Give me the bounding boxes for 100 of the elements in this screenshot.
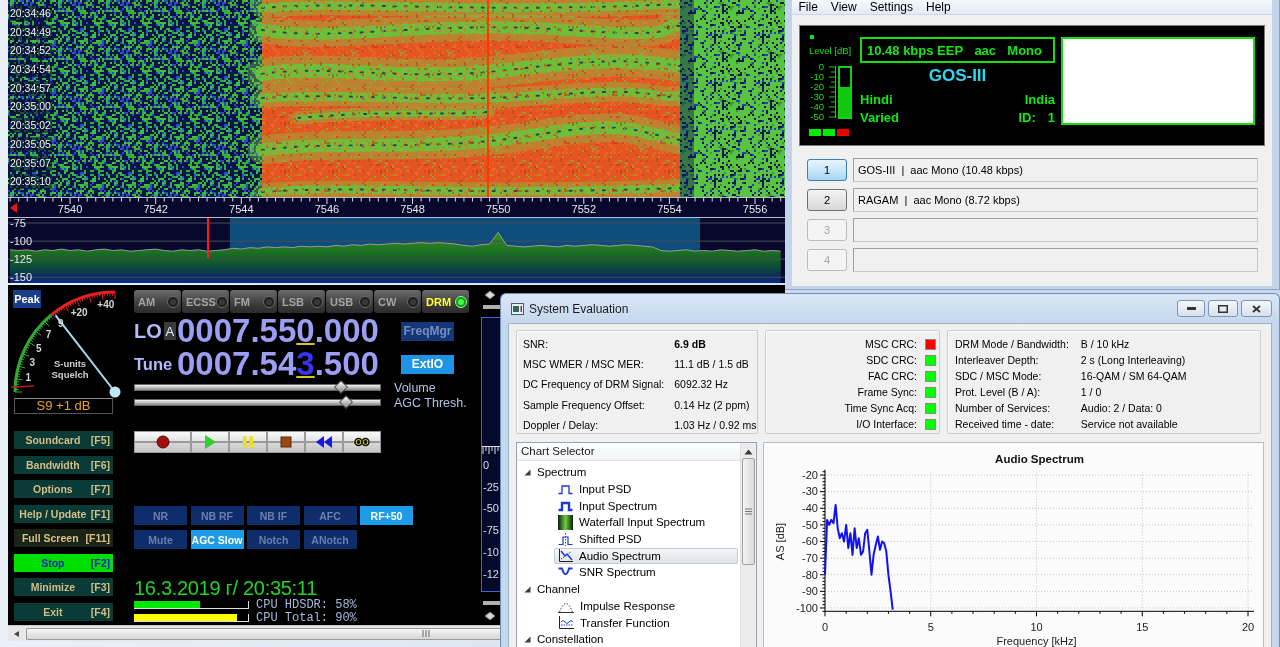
y-tick-label: -90 — [802, 585, 818, 598]
play-button[interactable] — [191, 431, 229, 453]
loop-button[interactable] — [343, 431, 381, 453]
minimize-icon — [1186, 307, 1196, 310]
maximize-icon — [1218, 304, 1228, 313]
slider-handle[interactable] — [481, 600, 500, 622]
slider-label: Volume — [394, 380, 436, 395]
metric-label: MSC WMER / MSC MER: — [523, 357, 645, 373]
time-label: 20:34:49 — [9, 24, 52, 40]
grip-icon — [422, 630, 430, 637]
meter-caption: Squelch — [51, 369, 89, 380]
mode-button[interactable]: CW — [374, 290, 421, 313]
function-button[interactable]: Help / Update [F1] — [14, 504, 113, 523]
waterfall-icon — [558, 514, 573, 530]
metric-value: 1.03 Hz / 0.92 ms — [674, 417, 757, 433]
rewind-button[interactable] — [305, 431, 343, 453]
service-button[interactable]: 1 — [807, 159, 847, 181]
x-tick-label: 10 — [1030, 621, 1043, 634]
status-label: Time Sync Acq: — [843, 401, 917, 416]
tree-item[interactable]: Shifted PSD — [554, 531, 647, 548]
y-tick-label: -40 — [802, 502, 818, 515]
tree-group[interactable]: Constellation — [524, 631, 604, 647]
mode-button[interactable]: AM — [134, 290, 181, 313]
caret-icon[interactable] — [524, 585, 531, 593]
tree-item[interactable]: Waterfall Input Spectrum — [554, 514, 711, 531]
peak-button[interactable]: Peak — [13, 290, 41, 308]
scrollbar-thumb[interactable] — [26, 627, 500, 640]
window-icon — [511, 302, 524, 315]
minimize-button[interactable] — [1177, 300, 1205, 317]
caret-icon[interactable] — [524, 468, 531, 476]
function-button[interactable]: Stop [F2] — [14, 553, 113, 572]
level-label: -150 — [10, 271, 33, 283]
frequency-label: 7548 — [400, 203, 425, 215]
codec-label: aac — [974, 42, 997, 58]
scale-label: 7 — [45, 328, 52, 340]
scrollbar-thumb[interactable] — [742, 458, 755, 565]
tree-item[interactable]: Audio Spectrum — [554, 547, 738, 564]
function-button[interactable]: Full Screen [F11] — [14, 529, 113, 547]
tree-group[interactable]: Spectrum — [524, 464, 587, 480]
pulse-icon — [558, 483, 573, 496]
tree-item[interactable]: Impulse Response — [554, 597, 681, 614]
tree-item[interactable]: Input PSD — [554, 481, 637, 498]
slider-handle[interactable] — [481, 290, 500, 310]
record-button[interactable] — [134, 431, 191, 453]
signal-reading: S9 +1 dB — [14, 398, 113, 414]
lo-frequency[interactable]: 0007.550.000 — [177, 317, 379, 345]
tree-item[interactable]: Input Spectrum — [554, 497, 662, 514]
scale-label: +20 — [70, 306, 88, 318]
tree-item[interactable]: SNR Spectrum — [554, 564, 661, 581]
led-icon — [263, 295, 275, 308]
function-button[interactable]: Bandwidth [F6] — [14, 455, 113, 474]
horizontal-scrollbar[interactable] — [8, 625, 500, 641]
function-button[interactable]: Options [F7] — [14, 480, 113, 498]
menu-item[interactable]: View — [824, 0, 864, 14]
function-button[interactable]: Minimize [F3] — [14, 578, 113, 596]
function-button[interactable]: Soundcard [F5] — [14, 431, 113, 449]
mode-button[interactable]: FM — [230, 290, 277, 313]
time-label: 20:35:02 — [9, 118, 52, 134]
status-label: FAC CRC: — [867, 369, 917, 384]
scale-label: 0 — [482, 458, 491, 473]
metric-label: SNR: — [523, 337, 550, 352]
time-label: 20:35:07 — [9, 155, 52, 171]
close-button[interactable] — [1241, 300, 1272, 317]
y-tick-label: -100 — [795, 601, 818, 614]
vertical-scrollbar[interactable] — [740, 443, 756, 647]
chart-icon — [558, 548, 573, 563]
led-icon — [455, 295, 467, 308]
x-axis-label: Frequency [kHz] — [996, 635, 1077, 647]
scroll-up-icon[interactable] — [744, 449, 753, 455]
station-name: GOS-III — [927, 66, 988, 86]
metric-value: 0.14 Hz (2 ppm) — [674, 397, 751, 413]
date-time: 16.3.2019 г/ 20:35:11 — [134, 577, 318, 599]
level-label: -125 — [10, 253, 33, 266]
level-label: -75 — [10, 217, 26, 230]
function-button[interactable]: Exit [F4] — [14, 602, 113, 621]
stop-button[interactable] — [267, 431, 305, 453]
menu-item[interactable]: Settings — [863, 0, 920, 14]
mode-button[interactable]: DRM — [422, 290, 469, 313]
menu-item[interactable]: File — [792, 0, 825, 14]
menu-item[interactable]: Help — [919, 0, 958, 14]
maximize-button[interactable] — [1208, 300, 1238, 317]
frequency-label: 7554 — [657, 203, 682, 215]
meter-caption: S-units — [53, 358, 87, 369]
arrow-left-icon[interactable] — [10, 203, 17, 213]
mode-button[interactable]: LSB — [278, 290, 325, 313]
caret-icon[interactable] — [524, 635, 531, 643]
tree-group[interactable]: Channel — [524, 581, 580, 597]
x-tick-label: 0 — [821, 621, 829, 634]
x-tick-label: 15 — [1136, 621, 1149, 634]
tree-item[interactable]: Transfer Function — [554, 614, 675, 631]
parameter-label: DRM Mode / Bandwidth: — [955, 337, 1069, 352]
level-label: -100 — [10, 235, 33, 248]
bank-button[interactable]: A — [163, 322, 176, 340]
tune-frequency[interactable]: 0007.543.500 — [177, 350, 379, 378]
service-button[interactable]: 2 — [807, 189, 847, 211]
parameter-label: Received time - date: — [955, 417, 1056, 432]
mode-button[interactable]: USB — [326, 290, 373, 313]
y-tick-label: -50 — [802, 518, 818, 531]
mode-button[interactable]: ECSS — [182, 290, 229, 313]
parameter-label: SDC / MSC Mode: — [955, 369, 1043, 384]
